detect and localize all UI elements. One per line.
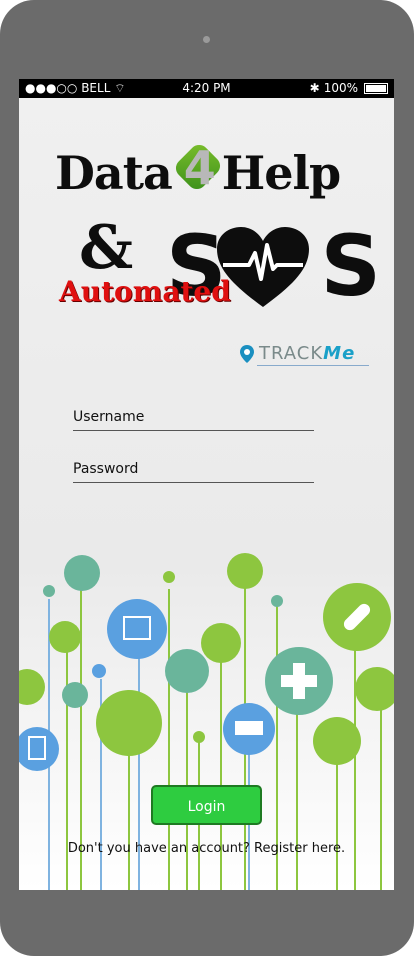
password-field[interactable]: Password (73, 461, 314, 483)
location-pin-icon (240, 344, 254, 363)
logo-text-data: Data (55, 146, 173, 200)
logo-text-help: Help (221, 146, 341, 200)
iv-bag-balloon (355, 667, 394, 711)
battery-label: 100% (323, 81, 358, 95)
data4help-logo: Data 4 Help (55, 140, 341, 200)
stethoscope-balloon (96, 690, 162, 756)
username-field[interactable]: Username (73, 409, 314, 431)
automated-label: Automated (59, 275, 231, 308)
status-bar: ●●●○○ BELL ⌔ 4:20 PM ✱ 100% (19, 79, 394, 98)
thermometer-balloon (165, 649, 209, 693)
heart-monitor-balloon (107, 599, 167, 659)
password-placeholder: Password (73, 461, 139, 477)
medical-balloons-illustration (19, 553, 394, 890)
login-button[interactable]: Login (151, 785, 262, 825)
logo-ampersand: & (79, 213, 134, 283)
logo-four-badge: 4 (171, 140, 224, 197)
register-link[interactable]: Don't you have an account? Register here… (19, 841, 394, 856)
mortar-balloon (62, 682, 88, 708)
bluetooth-icon: ✱ (309, 81, 320, 95)
app-screen: ●●●○○ BELL ⌔ 4:20 PM ✱ 100% Data 4 Help & … (19, 79, 394, 890)
trackme-logo: TRACK Me (239, 343, 355, 364)
trackme-underline (257, 365, 369, 366)
sos-s2: S (320, 217, 381, 315)
pharmacy-balloon (313, 717, 361, 765)
injection-balloon (49, 621, 81, 653)
dna-balloon (227, 553, 263, 589)
speaker (203, 36, 210, 43)
clipboard-balloon (19, 727, 59, 771)
syringe-balloon (64, 555, 100, 591)
trackme-me: Me (323, 343, 356, 364)
nurse-balloon (201, 623, 241, 663)
trackme-track: TRACK (259, 343, 324, 364)
battery-icon (364, 83, 388, 94)
status-right: ✱ 100% (310, 79, 388, 98)
username-placeholder: Username (73, 409, 145, 425)
phone-frame: ●●●○○ BELL ⌔ 4:20 PM ✱ 100% Data 4 Help & … (0, 0, 414, 956)
logo-four: 4 (183, 141, 216, 195)
